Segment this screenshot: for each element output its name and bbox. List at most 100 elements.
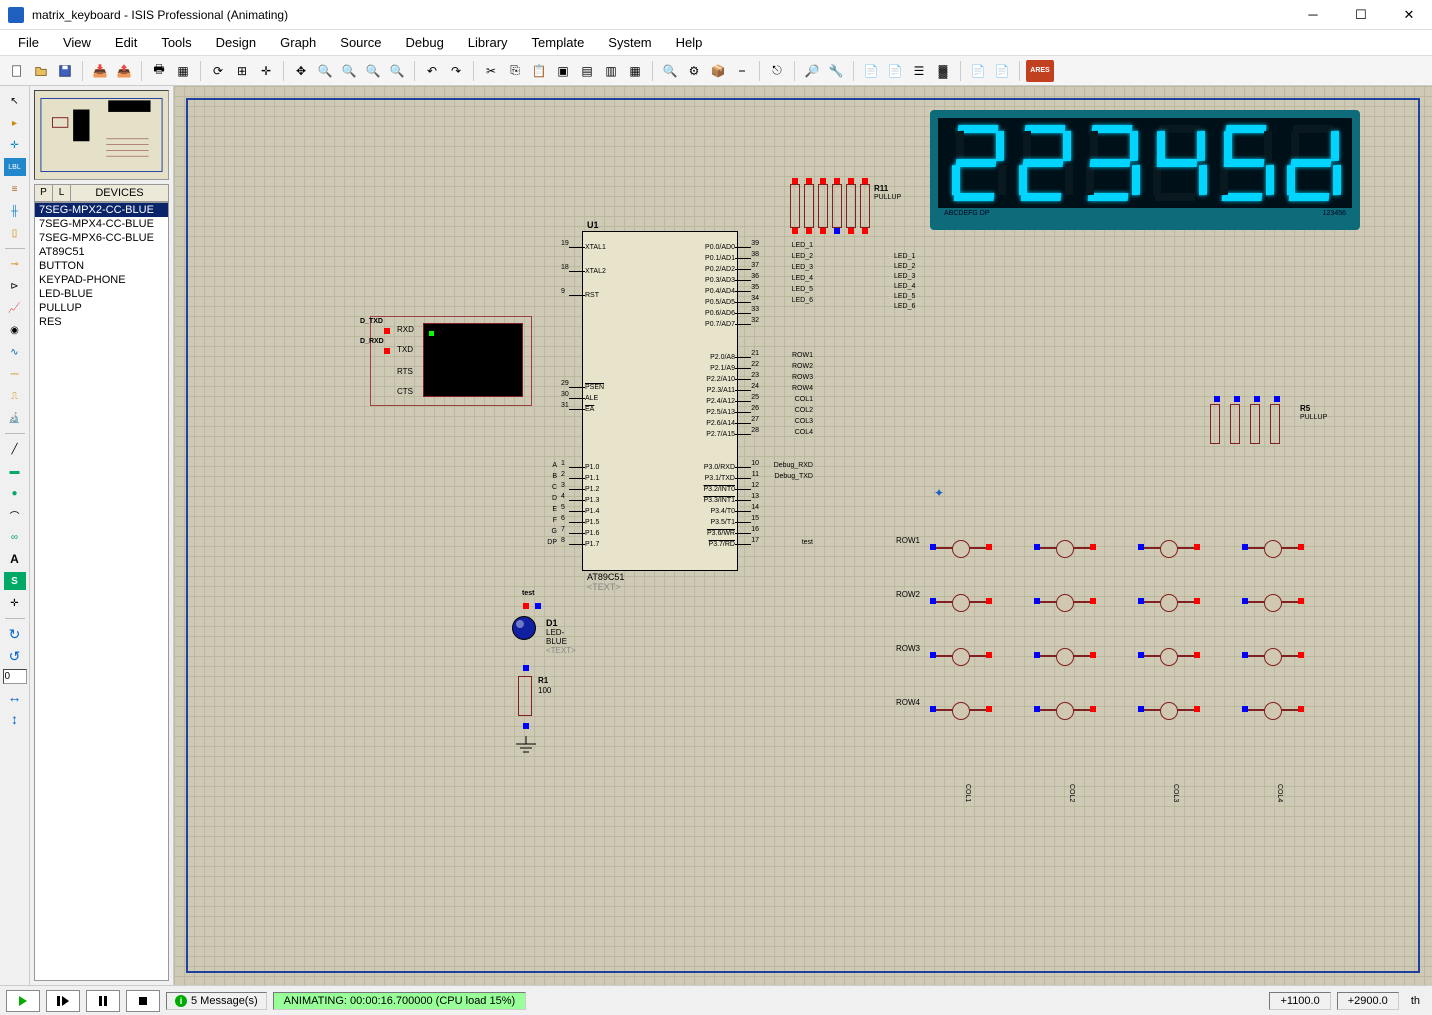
keypad-button[interactable] xyxy=(934,644,988,670)
device-item[interactable]: AT89C51 xyxy=(35,245,168,259)
resistor-r1[interactable] xyxy=(518,676,532,716)
pick-icon[interactable]: 🔍 xyxy=(659,60,681,82)
overview-window[interactable] xyxy=(34,90,169,180)
import-icon[interactable]: 📥 xyxy=(89,60,111,82)
generator-icon[interactable]: ∿ xyxy=(4,343,26,361)
junction-mode-icon[interactable]: ✛ xyxy=(4,136,26,154)
cut-icon[interactable]: ✂ xyxy=(480,60,502,82)
voltage-probe-icon[interactable]: ⎓ xyxy=(4,365,26,383)
keypad-button[interactable] xyxy=(1246,536,1300,562)
block-rotate-icon[interactable]: ▥ xyxy=(600,60,622,82)
step-button[interactable] xyxy=(46,990,80,1012)
box-2d-icon[interactable]: ▬ xyxy=(4,462,26,480)
area-icon[interactable]: ▦ xyxy=(172,60,194,82)
menu-system[interactable]: System xyxy=(596,31,663,54)
minimize-button[interactable]: ─ xyxy=(1298,5,1328,25)
maximize-button[interactable]: ☐ xyxy=(1346,5,1376,25)
menu-file[interactable]: File xyxy=(6,31,51,54)
close-button[interactable]: ✕ xyxy=(1394,5,1424,25)
zoom-in-icon[interactable]: 🔍 xyxy=(314,60,336,82)
block-move-icon[interactable]: ▤ xyxy=(576,60,598,82)
keypad-button[interactable] xyxy=(1246,698,1300,724)
label-mode-icon[interactable]: LBL xyxy=(4,158,26,176)
origin-icon[interactable]: ✛ xyxy=(255,60,277,82)
copy-icon[interactable]: ⎘ xyxy=(504,60,526,82)
keypad-button[interactable] xyxy=(1038,644,1092,670)
keypad-button[interactable] xyxy=(934,590,988,616)
libraries-button[interactable]: L xyxy=(53,185,71,201)
keypad-button[interactable] xyxy=(1142,536,1196,562)
bom-icon[interactable]: 📄 xyxy=(860,60,882,82)
paste-icon[interactable]: 📋 xyxy=(528,60,550,82)
schematic-canvas[interactable]: ABCDEFG DP 123456 R11 PULLUP LED_1 LED_2… xyxy=(174,86,1432,985)
mirror-h-icon[interactable]: ↔ xyxy=(4,688,26,706)
device-pin-icon[interactable]: ⊳ xyxy=(4,277,26,295)
new-icon[interactable] xyxy=(6,60,28,82)
menu-graph[interactable]: Graph xyxy=(268,31,328,54)
export-icon[interactable]: 📤 xyxy=(113,60,135,82)
keypad-button[interactable] xyxy=(1038,590,1092,616)
wire-autoroute-icon[interactable]: ⎋ xyxy=(766,60,788,82)
current-probe-icon[interactable]: ⎍ xyxy=(4,387,26,405)
pullup-resistors[interactable] xyxy=(1210,404,1280,444)
keypad-button[interactable] xyxy=(1038,698,1092,724)
led-d1[interactable]: D1 LED-BLUE<TEXT> xyxy=(512,616,536,640)
menu-edit[interactable]: Edit xyxy=(103,31,149,54)
device-item[interactable]: RES xyxy=(35,315,168,329)
save-icon[interactable] xyxy=(54,60,76,82)
graph-icon[interactable]: 📈 xyxy=(4,299,26,317)
play-button[interactable] xyxy=(6,990,40,1012)
print-icon[interactable]: 🖶 xyxy=(148,60,170,82)
instrument-icon[interactable]: 🔬 xyxy=(4,409,26,427)
rotate-cw-icon[interactable]: ↻ xyxy=(4,625,26,643)
netlist-icon[interactable]: ☰ xyxy=(908,60,930,82)
zoom-all-icon[interactable]: 🔍 xyxy=(362,60,384,82)
device-item[interactable]: KEYPAD-PHONE xyxy=(35,273,168,287)
property-icon[interactable]: 🔧 xyxy=(825,60,847,82)
path-2d-icon[interactable]: ∞ xyxy=(4,528,26,546)
device-item[interactable]: PULLUP xyxy=(35,301,168,315)
block-copy-icon[interactable]: ▣ xyxy=(552,60,574,82)
terminal-icon[interactable]: ⊸ xyxy=(4,255,26,273)
tape-icon[interactable]: ◉ xyxy=(4,321,26,339)
component-mode-icon[interactable]: ▸ xyxy=(4,114,26,132)
erc-icon[interactable]: 📄 xyxy=(884,60,906,82)
block-delete-icon[interactable]: ▦ xyxy=(624,60,646,82)
zoom-out-icon[interactable]: 🔍 xyxy=(338,60,360,82)
bus-mode-icon[interactable]: ╫ xyxy=(4,202,26,220)
device-item[interactable]: LED-BLUE xyxy=(35,287,168,301)
pause-button[interactable] xyxy=(86,990,120,1012)
keypad-button[interactable] xyxy=(1142,590,1196,616)
pick-devices-button[interactable]: P xyxy=(35,185,53,201)
device-item[interactable]: BUTTON xyxy=(35,259,168,273)
seven-segment-display[interactable]: ABCDEFG DP 123456 xyxy=(930,110,1360,230)
refresh-icon[interactable]: ⟳ xyxy=(207,60,229,82)
sheet-icon[interactable]: 📄 xyxy=(967,60,989,82)
selection-mode-icon[interactable]: ↖ xyxy=(4,92,26,110)
redo-icon[interactable]: ↷ xyxy=(445,60,467,82)
ares-launch-icon[interactable]: ARES xyxy=(1026,60,1054,82)
arc-2d-icon[interactable]: ⌒ xyxy=(4,506,26,524)
menu-debug[interactable]: Debug xyxy=(393,31,455,54)
keypad-button[interactable] xyxy=(934,698,988,724)
text-script-icon[interactable]: ≡ xyxy=(4,180,26,198)
device-item[interactable]: 7SEG-MPX4-CC-BLUE xyxy=(35,217,168,231)
keypad-button[interactable] xyxy=(934,536,988,562)
package-icon[interactable]: 📦 xyxy=(707,60,729,82)
sheet2-icon[interactable]: 📄 xyxy=(991,60,1013,82)
virtual-terminal[interactable]: RXD TXD RTS CTS xyxy=(370,316,532,406)
resistor-array[interactable] xyxy=(790,184,870,228)
zoom-area-icon[interactable]: 🔍 xyxy=(386,60,408,82)
text-2d-icon[interactable]: A xyxy=(4,550,26,568)
open-icon[interactable] xyxy=(30,60,52,82)
line-2d-icon[interactable]: ╱ xyxy=(4,440,26,458)
search-icon[interactable]: 🔎 xyxy=(801,60,823,82)
menu-template[interactable]: Template xyxy=(520,31,597,54)
menu-design[interactable]: Design xyxy=(204,31,268,54)
keypad-button[interactable] xyxy=(1038,536,1092,562)
undo-icon[interactable]: ↶ xyxy=(421,60,443,82)
ares-icon[interactable]: ▓ xyxy=(932,60,954,82)
circle-2d-icon[interactable]: ● xyxy=(4,484,26,502)
keypad-button[interactable] xyxy=(1142,698,1196,724)
menu-source[interactable]: Source xyxy=(328,31,393,54)
